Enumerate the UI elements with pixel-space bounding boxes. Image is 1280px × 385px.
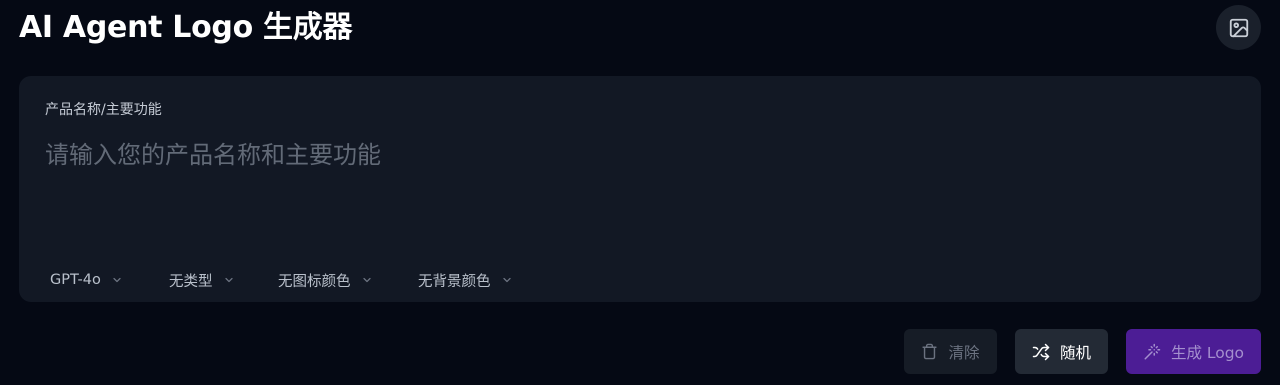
page-title: AI Agent Logo 生成器 xyxy=(19,10,353,45)
background-color-select[interactable]: 无背景颜色 xyxy=(418,269,513,291)
magic-wand-icon xyxy=(1144,343,1161,359)
random-button-label: 随机 xyxy=(1059,343,1091,362)
gallery-button[interactable] xyxy=(1216,5,1261,50)
options-bar: GPT-4o 无类型 无图标颜色 无背景颜色 xyxy=(19,269,1261,291)
clear-button-label: 清除 xyxy=(948,343,980,362)
icon-color-select[interactable]: 无图标颜色 xyxy=(278,269,373,291)
prompt-card: 产品名称/主要功能 GPT-4o 无类型 无图标颜色 无背景颜色 xyxy=(19,76,1261,302)
field-label: 产品名称/主要功能 xyxy=(45,102,162,118)
type-select-value: 无类型 xyxy=(169,273,213,290)
type-select[interactable]: 无类型 xyxy=(169,269,235,291)
model-select[interactable]: GPT-4o xyxy=(50,269,123,291)
model-select-value: GPT-4o xyxy=(50,272,101,288)
generate-logo-button[interactable]: 生成 Logo xyxy=(1126,329,1261,374)
background-color-select-value: 无背景颜色 xyxy=(418,273,491,290)
shuffle-icon xyxy=(1032,343,1050,360)
generate-logo-button-label: 生成 Logo xyxy=(1170,343,1245,362)
image-icon xyxy=(1229,18,1248,37)
clear-button[interactable]: 清除 xyxy=(904,329,997,374)
chevron-down-icon xyxy=(113,277,121,283)
trash-icon xyxy=(922,343,938,360)
icon-color-select-value: 无图标颜色 xyxy=(278,273,351,290)
random-button[interactable]: 随机 xyxy=(1015,329,1108,374)
chevron-down-icon xyxy=(224,277,233,283)
chevron-down-icon xyxy=(362,277,371,283)
logo-generator-page: AI Agent Logo 生成器 产品名称/主要功能 GPT-4o 无类型 无… xyxy=(0,0,1280,385)
product-prompt-input[interactable] xyxy=(45,138,1235,238)
chevron-down-icon xyxy=(502,277,511,283)
